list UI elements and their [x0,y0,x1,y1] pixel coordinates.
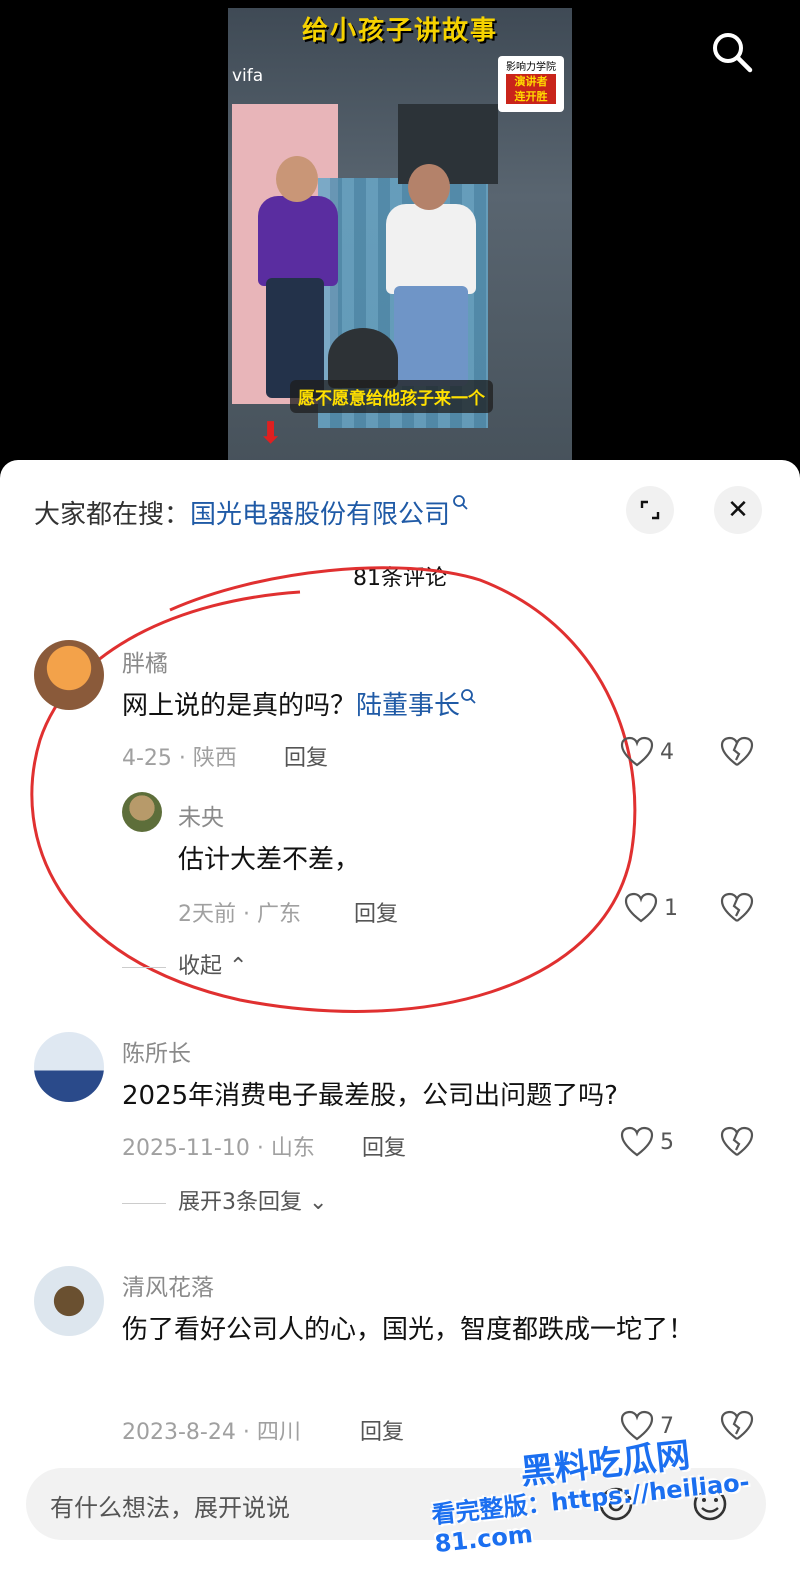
expand-label: 展开3条回复 [178,1190,302,1215]
search-small-icon [461,689,476,704]
comment-text: 伤了看好公司人的心，国光，智度都跌成一坨了！ [122,1315,695,1345]
comment-username[interactable]: 胖橘 [122,644,168,678]
collapse-replies-button[interactable]: 收起 ⌃ [122,948,247,980]
broken-heart-icon[interactable] [720,736,754,768]
comment-mention-link[interactable]: 陆董事长 [356,691,460,721]
comment-username[interactable]: 清风花落 [122,1268,214,1302]
hot-search-keyword[interactable]: 国光电器股份有限公司 [190,500,450,530]
divider-dash [122,1202,166,1204]
like-button[interactable]: 1 [624,892,678,924]
hot-search-prefix: 大家都在搜： [34,500,191,530]
video-person-right-head [408,164,450,210]
comment-text: 2025年消费电子最差股，公司出问题了吗? [122,1081,618,1111]
video-badge-main: 演讲者 连开胜 [506,74,556,104]
annotation-circle [30,566,637,1013]
avatar[interactable] [122,792,162,832]
video-table [328,328,398,388]
video-brand: vifa [232,66,264,86]
chevron-down-icon: ⌄ [309,1190,328,1215]
close-button[interactable]: ✕ [714,486,762,534]
like-count: 1 [664,895,678,921]
comment-meta: 2023-8-24 · 四川 [122,1420,301,1445]
comment-meta: 2025-11-10 · 山东 [122,1136,315,1161]
reply-meta: 2天前 · 广东 [178,902,301,927]
comment-username[interactable]: 陈所长 [122,1034,191,1068]
reply-button[interactable]: 回复 [360,1414,404,1446]
broken-heart-icon[interactable] [720,1126,754,1158]
close-icon: ✕ [727,495,749,525]
video-person-right-legs [394,286,468,386]
video-subtitle: 愿不愿意给他孩子来一个 [290,380,493,413]
video-title: 给小孩子讲故事 [301,16,498,46]
heart-icon [620,736,654,767]
avatar[interactable] [34,1266,104,1336]
hot-search-bar[interactable]: 大家都在搜：国光电器股份有限公司 [34,494,470,531]
like-button[interactable]: 4 [620,736,674,768]
avatar[interactable] [34,640,104,710]
reply-button[interactable]: 回复 [354,896,398,928]
video-person-left-head [276,156,318,202]
collapse-label: 收起 [178,954,223,979]
like-button[interactable]: 5 [620,1126,674,1158]
broken-heart-icon[interactable] [720,1410,754,1442]
reply-text: 估计大差不差， [178,845,361,875]
search-small-icon [453,495,468,510]
heart-icon [620,1126,654,1157]
like-count: 5 [660,1129,674,1155]
comment-text-body: 网上说的是真的吗？ [122,691,357,721]
down-arrow-icon: ⬇ [258,416,284,451]
heart-icon [624,892,658,923]
broken-heart-icon[interactable] [720,892,754,924]
expand-replies-button[interactable]: 展开3条回复 ⌄ [122,1184,327,1216]
comment-text: 网上说的是真的吗？陆董事长 [122,682,478,730]
expand-icon [640,500,660,520]
search-icon[interactable] [708,28,756,76]
video-badge-top: 影响力学院 [506,62,556,73]
divider-dash [122,966,166,968]
chevron-up-icon: ⌃ [229,954,248,979]
video-badge: 影响力学院 演讲者 连开胜 [498,56,564,112]
video-person-right [386,204,476,294]
expand-button[interactable] [626,486,674,534]
video-person-left [258,196,338,286]
reply-button[interactable]: 回复 [284,740,328,772]
comment-input-placeholder[interactable]: 有什么想法，展开说说 [50,1488,290,1523]
avatar[interactable] [34,1032,104,1102]
like-count: 4 [660,739,674,765]
comment-meta: 4-25 · 陕西 [122,746,237,771]
reply-button[interactable]: 回复 [362,1130,406,1162]
video-frame[interactable]: 给小孩子讲故事 vifa 影响力学院 演讲者 连开胜 愿不愿意给他孩子来一个 ⬇ [228,8,572,478]
reply-username[interactable]: 未央 [178,798,224,832]
